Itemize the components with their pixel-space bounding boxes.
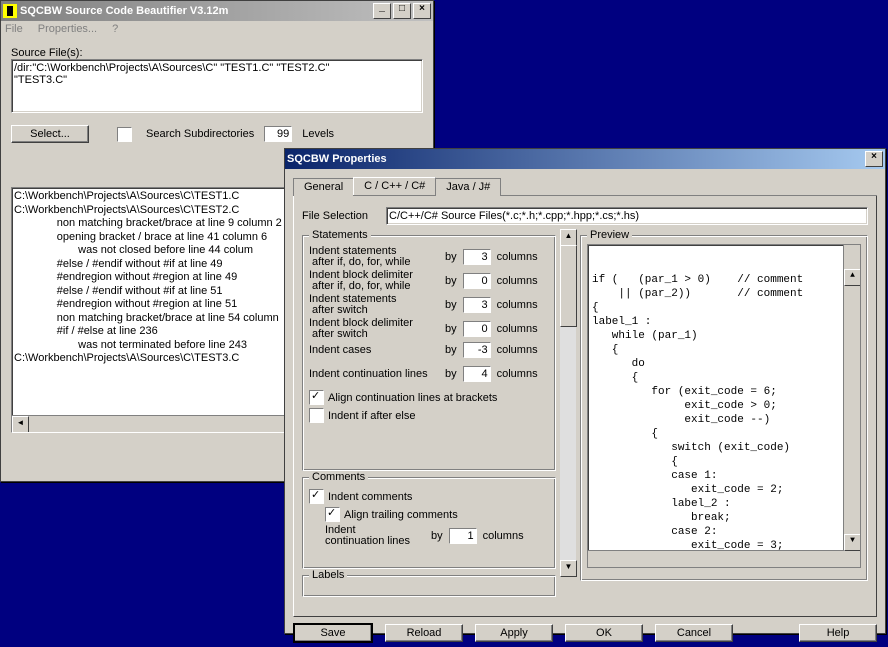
preview-h-scrollbar[interactable]: ◄ ► xyxy=(588,550,844,567)
source-files-label: Source File(s): xyxy=(11,47,423,59)
stmt-r5: Indent cases xyxy=(309,345,439,356)
stmt-v2[interactable]: 0 xyxy=(463,273,491,289)
indent-if-after-else-checkbox[interactable] xyxy=(309,408,324,423)
indent-comments-label: Indent comments xyxy=(328,491,412,503)
reload-button[interactable]: Reload xyxy=(385,624,463,642)
preview-box: if ( (par_1 > 0) // comment || (par_2)) … xyxy=(587,244,861,568)
labels-group: Labels xyxy=(302,575,556,597)
preview-legend: Preview xyxy=(587,229,632,241)
align-trailing-checkbox[interactable] xyxy=(325,507,340,522)
apply-button[interactable]: Apply xyxy=(475,624,553,642)
stmt-v6[interactable]: 4 xyxy=(463,366,491,382)
stmt-r1: Indent statements after if, do, for, whi… xyxy=(309,246,439,268)
comments-v[interactable]: 1 xyxy=(449,528,477,544)
close-button[interactable]: × xyxy=(413,3,431,19)
cancel-button[interactable]: Cancel xyxy=(655,624,733,642)
stmt-v4[interactable]: 0 xyxy=(463,321,491,337)
scroll-left-button[interactable]: ◄ xyxy=(12,416,29,433)
main-title: SQCBW Source Code Beautifier V3.12m xyxy=(20,5,371,17)
tabs: General C / C++ / C# Java / J# xyxy=(293,177,877,196)
minimize-button[interactable]: _ xyxy=(373,3,391,19)
indent-comments-checkbox[interactable] xyxy=(309,489,324,504)
search-subdirs-label: Search Subdirectories xyxy=(146,128,254,140)
properties-window: SQCBW Properties × General C / C++ / C# … xyxy=(284,148,886,634)
comments-group: Comments Indent comments Align trailing … xyxy=(302,477,556,569)
labels-legend: Labels xyxy=(309,569,347,581)
comments-legend: Comments xyxy=(309,471,368,483)
preview-group: Preview if ( (par_1 > 0) // comment || (… xyxy=(580,235,868,581)
indent-if-after-else-label: Indent if after else xyxy=(328,410,415,422)
preview-v-scrollbar[interactable]: ▲ ▼ xyxy=(843,245,860,567)
preview-scroll-down[interactable]: ▼ xyxy=(844,534,861,551)
stmt-v5[interactable]: -3 xyxy=(463,342,491,358)
app-icon xyxy=(3,4,17,18)
save-button[interactable]: Save xyxy=(293,623,373,643)
preview-text: if ( (par_1 > 0) // comment || (par_2)) … xyxy=(592,273,856,567)
menu-properties[interactable]: Properties... xyxy=(38,23,97,35)
stmt-v1[interactable]: 3 xyxy=(463,249,491,265)
stmt-r4: Indent block delimiter after switch xyxy=(309,318,439,340)
maximize-button[interactable]: □ xyxy=(393,3,411,19)
props-title: SQCBW Properties xyxy=(287,153,863,165)
align-brackets-label: Align continuation lines at brackets xyxy=(328,392,497,404)
menu-help[interactable]: ? xyxy=(112,23,118,35)
ok-button[interactable]: OK xyxy=(565,624,643,642)
stmt-v3[interactable]: 3 xyxy=(463,297,491,313)
stmt-r3: Indent statements after switch xyxy=(309,294,439,316)
levels-input[interactable]: 99 xyxy=(264,126,292,142)
search-subdirs-checkbox[interactable] xyxy=(117,127,132,142)
align-trailing-label: Align trailing comments xyxy=(344,509,458,521)
tab-cpp[interactable]: C / C++ / C# xyxy=(353,177,436,195)
scroll-up-button[interactable]: ▲ xyxy=(560,229,577,246)
scroll-down-button[interactable]: ▼ xyxy=(560,560,577,577)
statements-legend: Statements xyxy=(309,229,371,241)
tab-java[interactable]: Java / J# xyxy=(435,178,501,196)
menubar: File Properties... ? xyxy=(1,21,433,37)
file-selection-label: File Selection xyxy=(302,210,386,222)
stmt-r2: Indent block delimiter after if, do, for… xyxy=(309,270,439,292)
source-files-input[interactable]: /dir:"C:\Workbench\Projects\A\Sources\C"… xyxy=(11,59,423,113)
indent-cont-label: Indent continuation lines xyxy=(325,525,425,547)
help-button[interactable]: Help xyxy=(799,624,877,642)
levels-label: Levels xyxy=(302,128,334,140)
file-selection-input[interactable]: C/C++/C# Source Files(*.c;*.h;*.cpp;*.hp… xyxy=(386,207,868,225)
props-close-button[interactable]: × xyxy=(865,151,883,167)
tab-general[interactable]: General xyxy=(293,178,354,196)
stmt-r6: Indent continuation lines xyxy=(309,369,439,380)
middle-v-scrollbar[interactable]: ▲ ▼ xyxy=(560,229,576,577)
props-titlebar[interactable]: SQCBW Properties × xyxy=(285,149,885,169)
select-button[interactable]: Select... xyxy=(11,125,89,143)
menu-file[interactable]: File xyxy=(5,23,23,35)
scroll-thumb[interactable] xyxy=(560,245,577,327)
preview-scroll-up[interactable]: ▲ xyxy=(844,269,861,286)
statements-group: Statements Indent statements after if, d… xyxy=(302,235,556,471)
align-brackets-checkbox[interactable] xyxy=(309,390,324,405)
main-titlebar[interactable]: SQCBW Source Code Beautifier V3.12m _ □ … xyxy=(1,1,433,21)
